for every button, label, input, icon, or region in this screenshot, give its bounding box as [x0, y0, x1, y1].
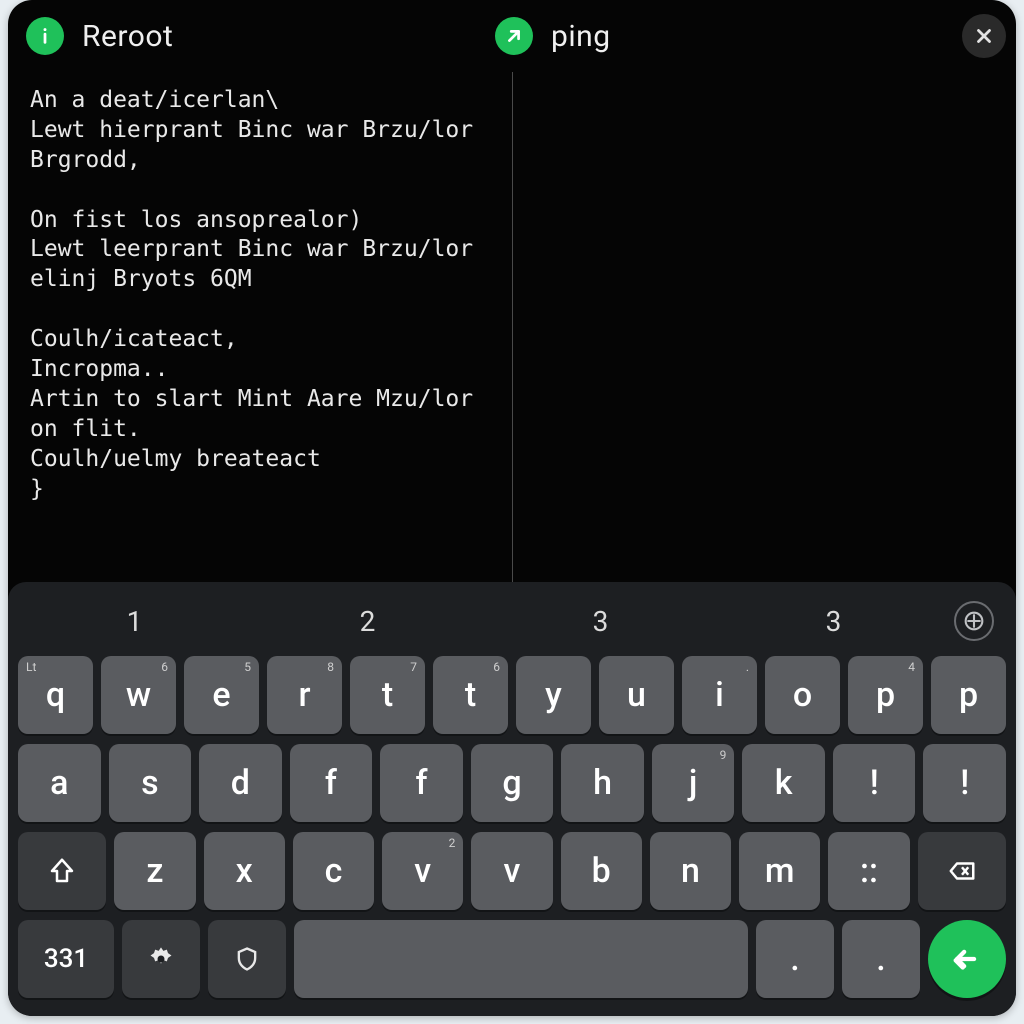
shield-key[interactable] — [208, 920, 286, 998]
shift-key[interactable] — [18, 832, 106, 910]
keyboard-row-3: zxcv2vbnm:: — [18, 832, 1006, 910]
key-a[interactable]: a — [18, 744, 101, 822]
key-f[interactable]: f — [290, 744, 373, 822]
terminal-app: Reroot ping An a deat/icerlan\ Lewt hier — [8, 0, 1016, 1016]
key-r[interactable]: r8 — [267, 656, 342, 734]
key-v[interactable]: v2 — [382, 832, 463, 910]
suggestion[interactable]: 3 — [721, 605, 946, 638]
tab-reroot[interactable]: Reroot — [18, 0, 487, 72]
key-z[interactable]: z — [114, 832, 195, 910]
key-e[interactable]: e5 — [184, 656, 259, 734]
tab-bar: Reroot ping — [8, 0, 1016, 72]
key-s[interactable]: s — [109, 744, 192, 822]
keyboard-suggestions: 1 2 3 3 — [18, 596, 1006, 646]
key-![interactable]: ! — [833, 744, 916, 822]
enter-key[interactable] — [928, 920, 1006, 998]
key-c[interactable]: c — [293, 832, 374, 910]
key-i[interactable]: i. — [682, 656, 757, 734]
key-t[interactable]: t7 — [350, 656, 425, 734]
key-t[interactable]: t6 — [433, 656, 508, 734]
period-key[interactable]: . — [756, 920, 834, 998]
numbers-key[interactable]: 331 — [18, 920, 114, 998]
key-w[interactable]: w6 — [101, 656, 176, 734]
tab-label: Reroot — [82, 19, 173, 54]
key-::[interactable]: :: — [828, 832, 909, 910]
on-screen-keyboard: 1 2 3 3 qLtw6e5r8t7t6yui.op4p asdffghj9k… — [8, 582, 1016, 1016]
key-h[interactable]: h — [561, 744, 644, 822]
key-p[interactable]: p4 — [848, 656, 923, 734]
backspace-key[interactable] — [918, 832, 1006, 910]
keyboard-row-1: qLtw6e5r8t7t6yui.op4p — [18, 656, 1006, 734]
key-m[interactable]: m — [739, 832, 820, 910]
key-u[interactable]: u — [599, 656, 674, 734]
key-b[interactable]: b — [561, 832, 642, 910]
screen: Reroot ping An a deat/icerlan\ Lewt hier — [0, 0, 1024, 1024]
keyboard-row-4: 331 . . — [18, 920, 1006, 998]
key-g[interactable]: g — [471, 744, 554, 822]
keyboard-row-2: asdffghj9k!! — [18, 744, 1006, 822]
key-x[interactable]: x — [204, 832, 285, 910]
key-d[interactable]: d — [199, 744, 282, 822]
close-button[interactable] — [962, 14, 1006, 58]
key-y[interactable]: y — [516, 656, 591, 734]
key-q[interactable]: qLt — [18, 656, 93, 734]
key-n[interactable]: n — [650, 832, 731, 910]
terminal-panes: An a deat/icerlan\ Lewt hierprant Binc w… — [8, 72, 1016, 582]
add-suggestion-button[interactable] — [954, 601, 994, 641]
key-f[interactable]: f — [380, 744, 463, 822]
info-icon — [26, 17, 64, 55]
key-p[interactable]: p — [931, 656, 1006, 734]
suggestion[interactable]: 3 — [488, 605, 713, 638]
suggestion[interactable]: 1 — [22, 605, 247, 638]
period-key[interactable]: . — [842, 920, 920, 998]
terminal-left[interactable]: An a deat/icerlan\ Lewt hierprant Binc w… — [8, 72, 512, 582]
space-key[interactable] — [294, 920, 748, 998]
key-j[interactable]: j9 — [652, 744, 735, 822]
suggestion[interactable]: 2 — [255, 605, 480, 638]
tab-label: ping — [551, 19, 611, 54]
key-![interactable]: ! — [923, 744, 1006, 822]
key-k[interactable]: k — [742, 744, 825, 822]
key-v[interactable]: v — [471, 832, 552, 910]
terminal-right[interactable] — [513, 72, 1017, 582]
arrow-icon — [495, 17, 533, 55]
tab-ping[interactable]: ping — [487, 0, 956, 72]
settings-key[interactable] — [122, 920, 200, 998]
key-o[interactable]: o — [765, 656, 840, 734]
